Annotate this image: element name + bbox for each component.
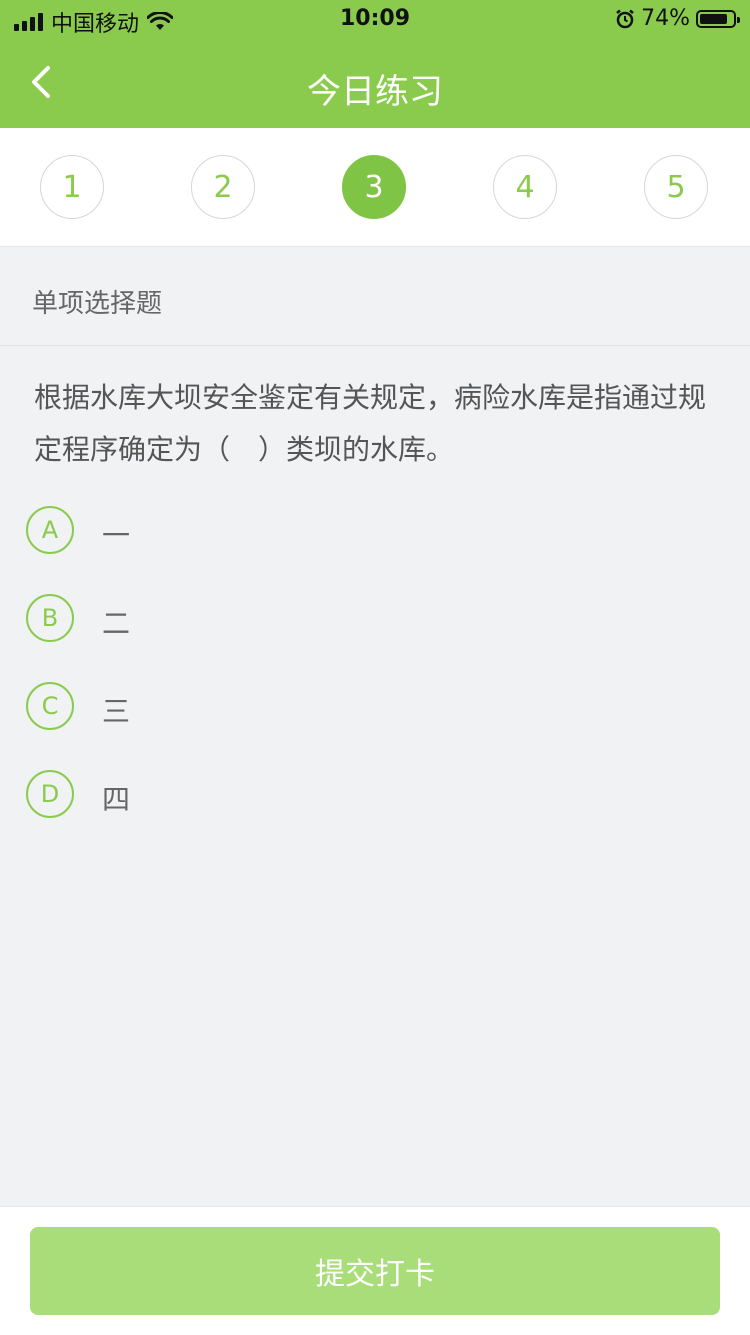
option-c-text: 三 xyxy=(102,695,131,728)
submit-button[interactable]: 提交打卡 xyxy=(30,1227,720,1315)
question-stepper: 1 2 3 4 5 xyxy=(0,128,750,247)
question-text: 根据水库大坝安全鉴定有关规定，病险水库是指通过规定程序确定为（ ）类坝的水库。 xyxy=(34,381,707,466)
option-d[interactable]: D 四 xyxy=(26,770,626,820)
option-c-badge: C xyxy=(26,682,74,730)
option-b-text: 二 xyxy=(102,607,131,640)
top-bar: 中国移动 10:09 74% 今日练习 xyxy=(0,0,750,128)
battery-icon xyxy=(696,9,740,28)
step-3-active[interactable]: 3 xyxy=(342,155,406,219)
step-4[interactable]: 4 xyxy=(493,155,557,219)
option-c[interactable]: C 三 xyxy=(26,682,626,732)
option-a-badge: A xyxy=(26,506,74,554)
option-b-badge: B xyxy=(26,594,74,642)
question-type-header: 单项选择题 xyxy=(0,247,750,346)
option-d-text: 四 xyxy=(102,783,131,816)
battery-percent: 74% xyxy=(641,6,690,31)
option-a-text: 一 xyxy=(102,519,131,552)
step-1[interactable]: 1 xyxy=(40,155,104,219)
status-bar: 中国移动 10:09 74% xyxy=(0,0,750,40)
alarm-icon xyxy=(616,9,634,28)
option-b[interactable]: B 二 xyxy=(26,594,626,644)
status-right: 74% xyxy=(615,6,740,31)
step-2[interactable]: 2 xyxy=(191,155,255,219)
step-5[interactable]: 5 xyxy=(644,155,708,219)
nav-bar: 今日练习 xyxy=(0,40,750,128)
option-a[interactable]: A 一 xyxy=(26,506,626,556)
option-d-badge: D xyxy=(26,770,74,818)
page-title: 今日练习 xyxy=(307,72,443,112)
question-type-label: 单项选择题 xyxy=(32,289,163,319)
footer: 提交打卡 xyxy=(0,1206,750,1335)
